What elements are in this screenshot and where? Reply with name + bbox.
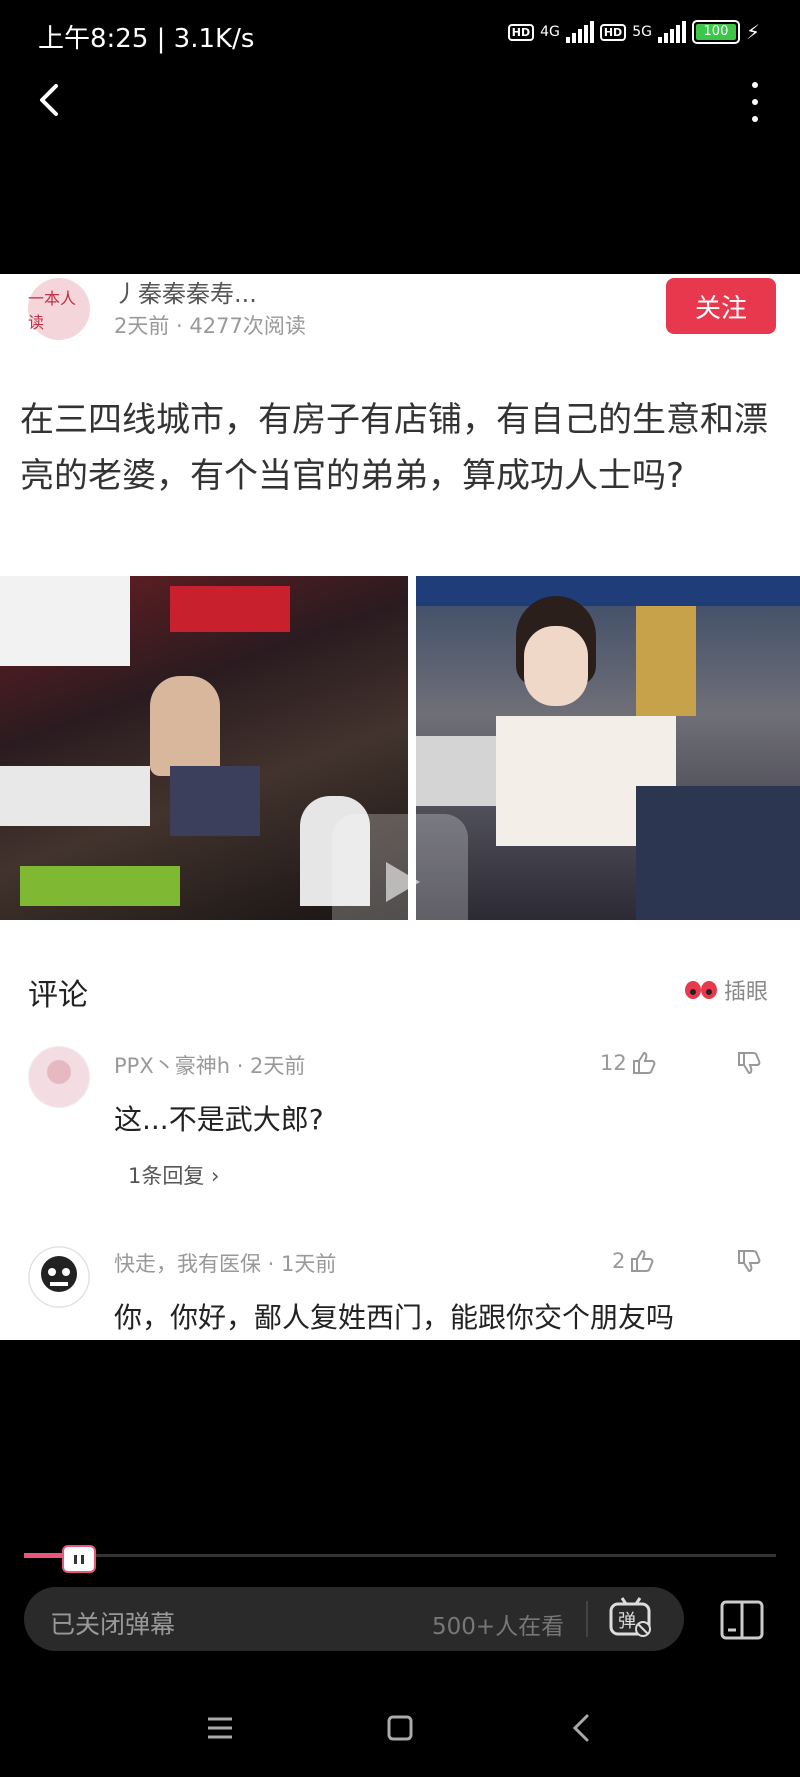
author-name: 丿秦秦秦寿... <box>114 280 257 308</box>
comment-author-1: PPX丶豪神h · 2天前 <box>114 1054 306 1078</box>
home-icon[interactable] <box>384 1712 416 1744</box>
play-icon[interactable] <box>332 814 468 950</box>
comment-text-1: 这...不是武大郎? <box>114 1103 324 1136</box>
author-avatar: 一本人读 <box>28 278 90 340</box>
menu-icon[interactable] <box>204 1712 236 1744</box>
video-player[interactable]: 一本人读 丿秦秦秦寿... 2天前 · 4277次阅读 关注 在三四线城市，有房… <box>0 274 800 1340</box>
battery-icon: 100 <box>691 20 740 44</box>
hd-badge-2: HD <box>599 23 627 41</box>
follow-button: 关注 <box>666 278 776 334</box>
hd-badge-1: HD <box>507 23 535 41</box>
status-icons: HD 4G HD 5G 100 ⚡ <box>507 20 760 44</box>
post-meta: 2天前 · 4277次阅读 <box>114 314 306 338</box>
progress-track[interactable] <box>24 1554 776 1557</box>
back-button[interactable] <box>30 80 70 120</box>
viewer-count: 500+人在看 <box>432 1614 565 1640</box>
signal-icon <box>565 21 594 43</box>
signal-icon-2 <box>657 21 686 43</box>
comment-text-2: 你，你好，鄙人复姓西门，能跟你交个朋友吗 <box>114 1301 675 1334</box>
network-5g: 5G <box>632 24 652 40</box>
divider <box>586 1601 588 1637</box>
comment-avatar-2 <box>28 1246 90 1308</box>
danmaku-status-label[interactable]: 已关闭弹幕 <box>50 1605 175 1641</box>
thumbs-up-icon <box>632 1051 656 1074</box>
nav-back-icon[interactable] <box>566 1712 598 1744</box>
more-options-icon[interactable] <box>740 82 770 122</box>
photo-night-market-right <box>416 576 800 920</box>
like-button-2: 2 <box>612 1248 655 1274</box>
charging-icon: ⚡ <box>745 20 760 44</box>
post-question: 在三四线城市，有房子有店铺，有自己的生意和漂亮的老婆，有个当官的弟弟，算成功人士… <box>20 400 768 496</box>
network-4g: 4G <box>540 24 560 40</box>
like-button-1: 12 <box>600 1050 657 1076</box>
thumbs-up-icon <box>631 1249 654 1272</box>
view-replies-link: 1条回复 › <box>128 1164 220 1188</box>
danmaku-toggle-icon[interactable]: 弹 <box>608 1596 654 1637</box>
comments-title: 评论 <box>28 978 88 1013</box>
thumbs-down-icon <box>736 1050 762 1082</box>
svg-text:弹: 弹 <box>618 1611 636 1632</box>
eye-button: 插眼 <box>684 974 768 1006</box>
eyes-icon <box>685 981 717 999</box>
progress-thumb[interactable] <box>61 1545 96 1573</box>
status-time: 上午8:25 | 3.1K/s <box>38 24 255 54</box>
comment-avatar-1 <box>28 1046 90 1108</box>
comment-author-2: 快走，我有医保 · 1天前 <box>114 1252 337 1276</box>
thumbs-down-icon <box>736 1248 762 1280</box>
layout-toggle-icon[interactable] <box>720 1600 764 1640</box>
